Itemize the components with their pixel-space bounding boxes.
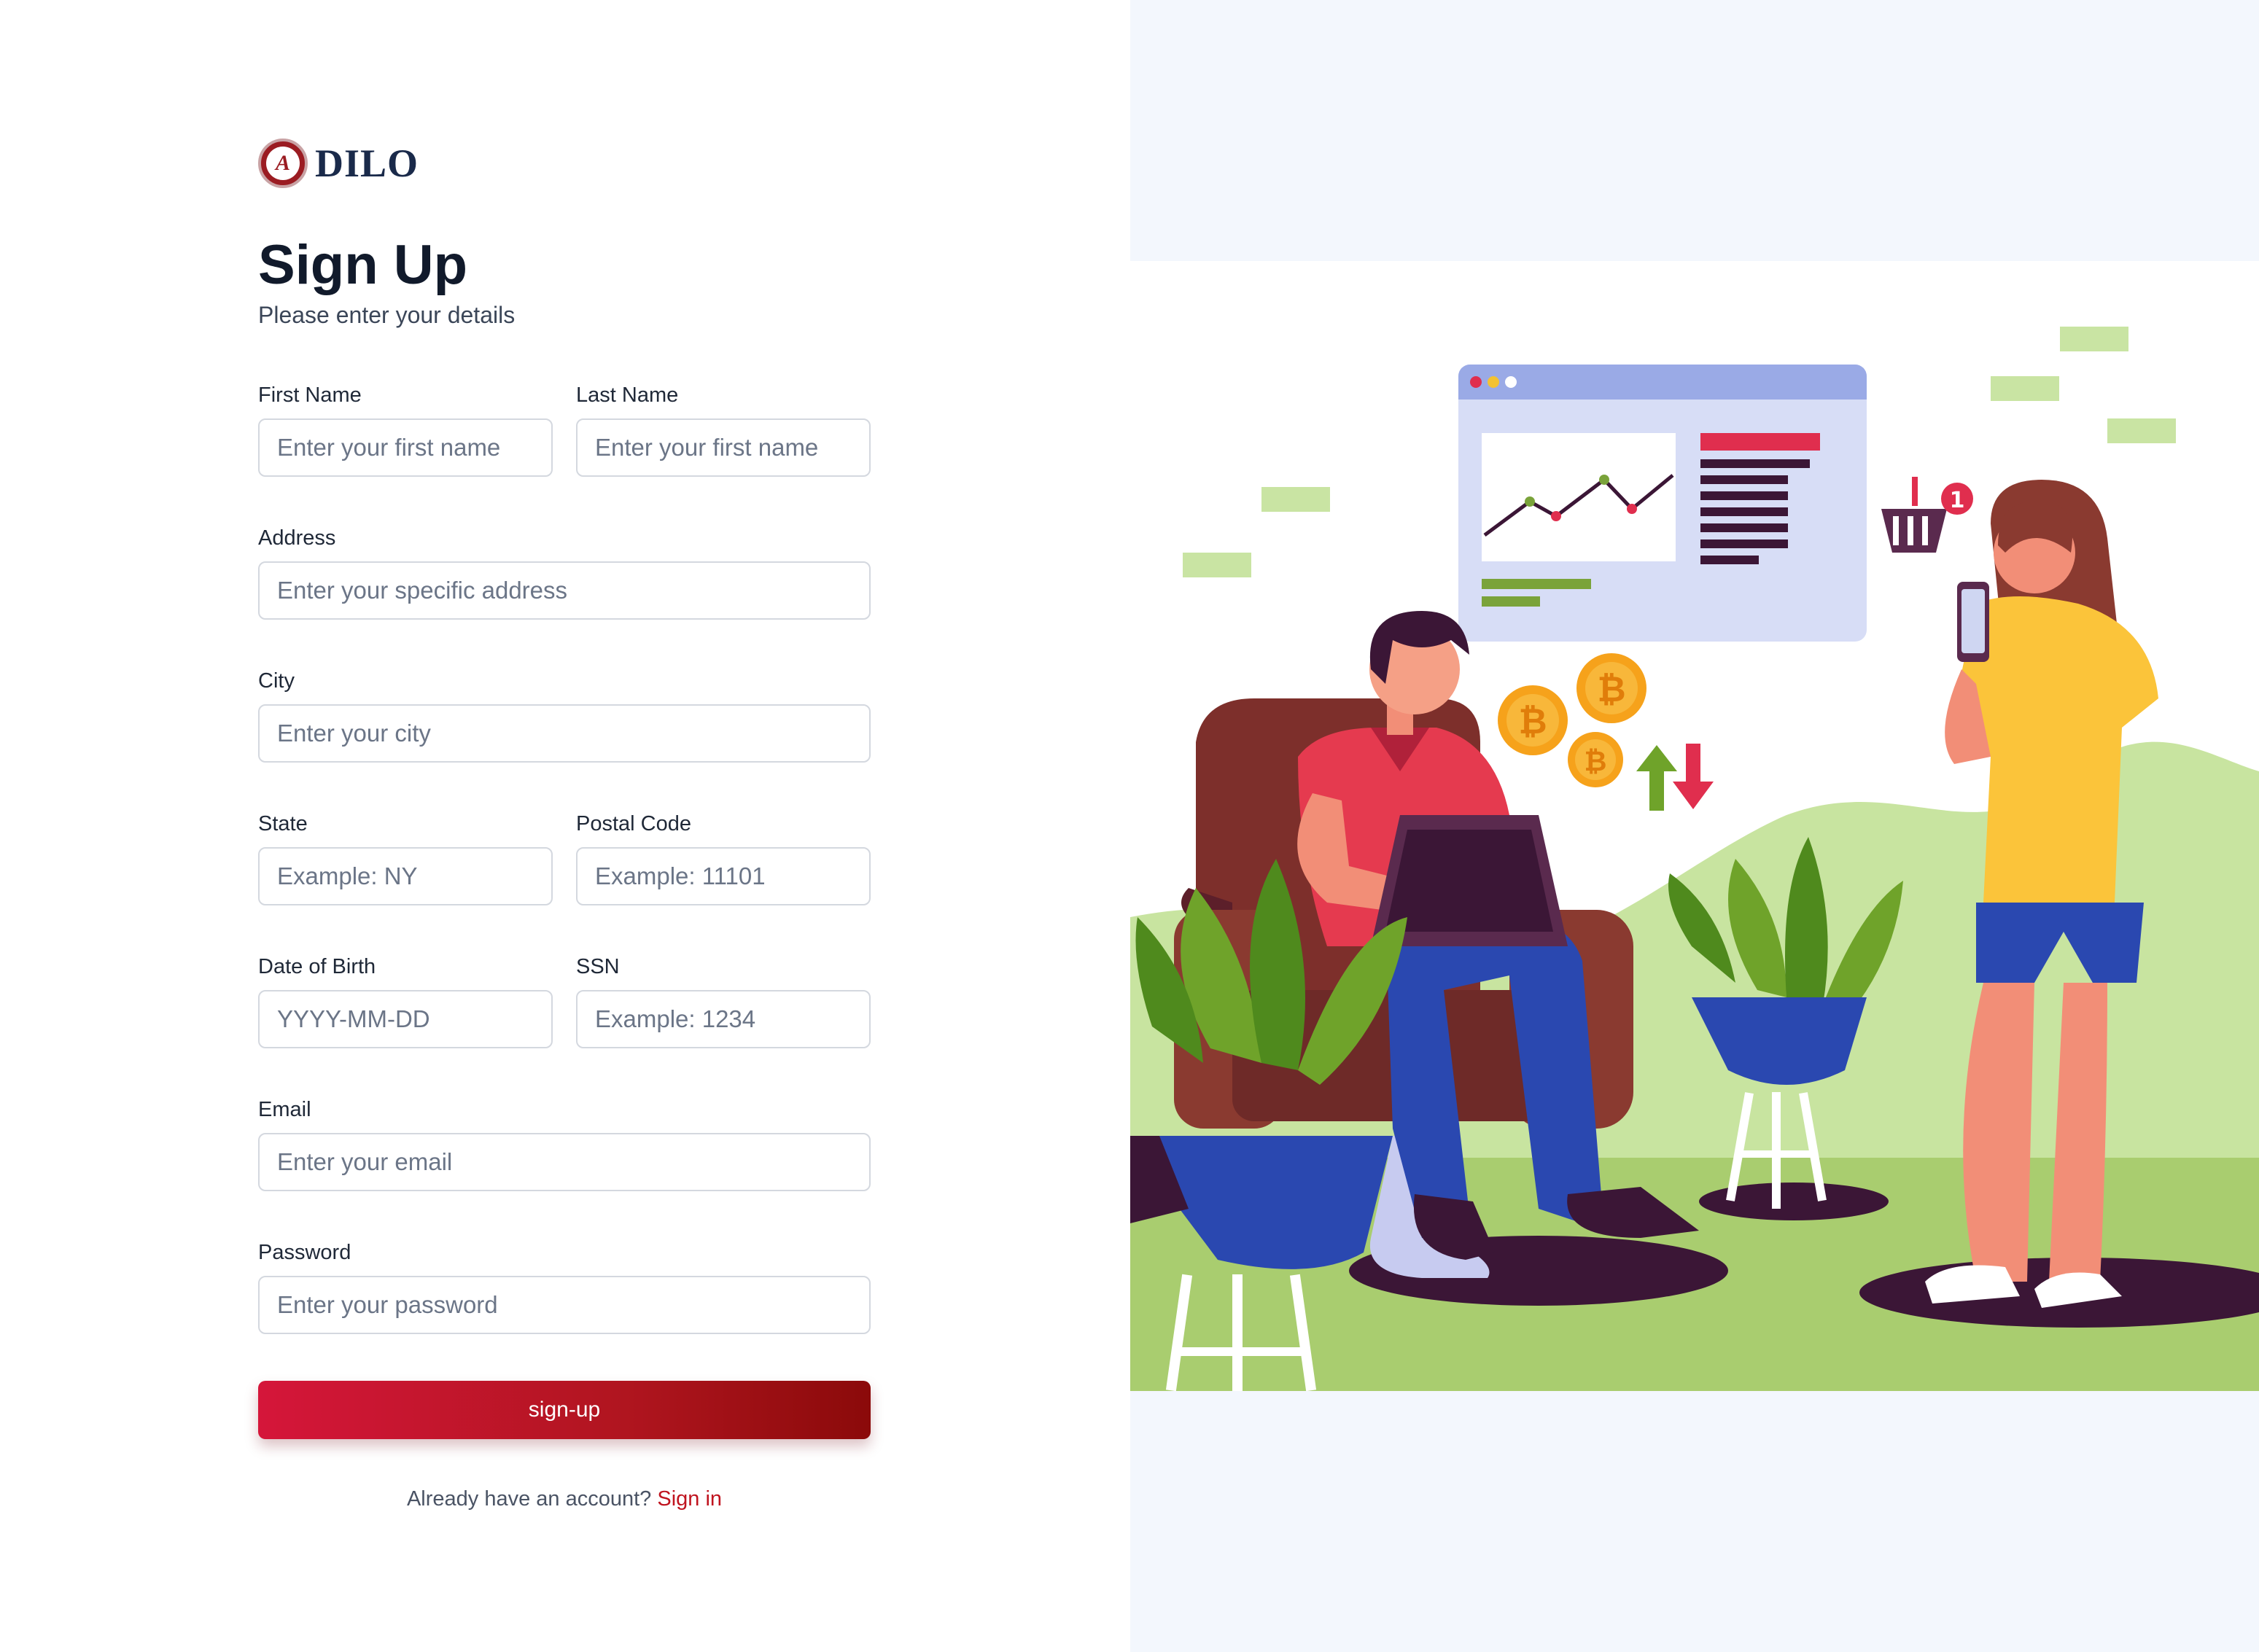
dob-label: Date of Birth xyxy=(258,955,376,978)
seal-icon: A xyxy=(258,139,308,188)
city-label: City xyxy=(258,669,295,693)
brand-name: DILO xyxy=(315,141,419,185)
page-subtitle: Please enter your details xyxy=(258,302,516,328)
ssn-input[interactable] xyxy=(576,990,871,1048)
plant-shadow xyxy=(1699,1182,1889,1220)
email-label: Email xyxy=(258,1098,311,1121)
city-input[interactable] xyxy=(258,704,871,763)
seal-letter: A xyxy=(266,147,300,180)
ssn-label: SSN xyxy=(576,955,620,978)
illustration-panel: ₿ ₿ ₿ 1 xyxy=(1130,0,2259,1652)
chart-window xyxy=(1458,365,1867,642)
last-name-label: Last Name xyxy=(576,383,679,407)
postal-code-input[interactable] xyxy=(576,847,871,905)
state-input[interactable] xyxy=(258,847,553,905)
bitcoin-icon: ₿ xyxy=(1518,701,1547,742)
postal-code-label: Postal Code xyxy=(576,812,691,835)
sign-up-button[interactable]: sign-up xyxy=(258,1381,871,1439)
email-input[interactable] xyxy=(258,1133,871,1191)
first-name-input[interactable] xyxy=(258,418,553,477)
page-title: Sign Up xyxy=(258,234,468,296)
dob-input[interactable] xyxy=(258,990,553,1048)
address-label: Address xyxy=(258,526,336,550)
sign-in-prompt: Already have an account? Sign in xyxy=(258,1487,871,1511)
sign-in-link[interactable]: Sign in xyxy=(657,1487,722,1511)
address-input[interactable] xyxy=(258,561,871,620)
bitcoin-icon: ₿ xyxy=(1585,745,1607,777)
password-input[interactable] xyxy=(258,1276,871,1334)
cart-badge: 1 xyxy=(1950,488,1965,513)
last-name-input[interactable] xyxy=(576,418,871,477)
first-name-label: First Name xyxy=(258,383,362,407)
state-label: State xyxy=(258,812,308,835)
crypto-shopping-illustration: ₿ ₿ ₿ 1 xyxy=(1130,261,2259,1391)
sign-in-prompt-text: Already have an account? xyxy=(406,1487,652,1511)
brand-logo: A DILO xyxy=(258,139,419,188)
bitcoin-icon: ₿ xyxy=(1597,669,1625,710)
password-label: Password xyxy=(258,1241,351,1264)
signup-panel: A DILO Sign Up Please enter your details… xyxy=(0,0,1130,1652)
